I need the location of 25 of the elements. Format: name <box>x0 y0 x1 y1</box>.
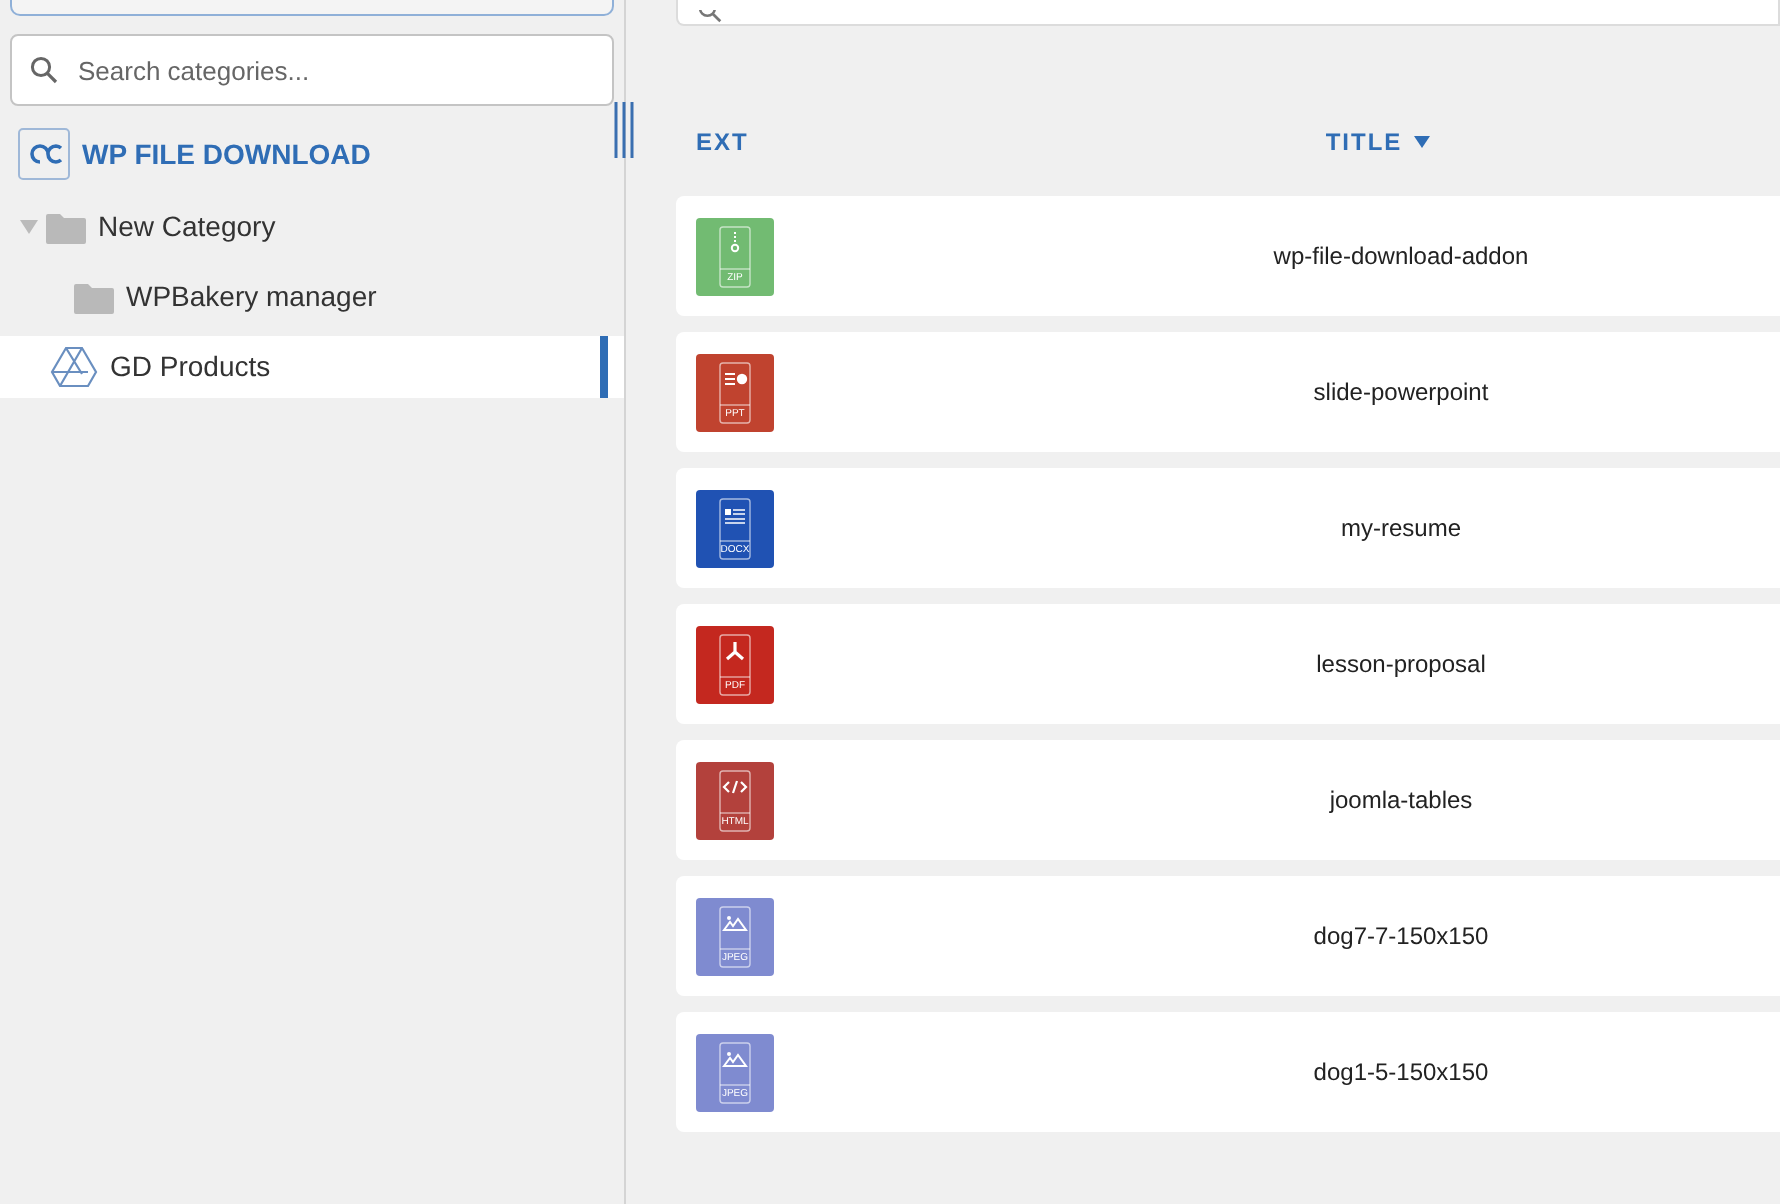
file-title: wp-file-download-addon <box>1273 240 1529 274</box>
file-title: dog7-7-150x150 <box>1313 920 1489 954</box>
tree-item[interactable]: New Category <box>0 196 624 258</box>
sort-caret-icon[interactable] <box>1414 136 1431 148</box>
search-icon <box>30 56 58 84</box>
drive-icon <box>50 346 98 388</box>
search-field[interactable] <box>676 0 1780 26</box>
expand-caret-icon[interactable] <box>20 220 38 234</box>
search-icon <box>698 10 722 24</box>
tree-item[interactable]: GD Products <box>0 336 624 398</box>
file-title: lesson-proposal <box>1316 648 1486 682</box>
tree-item[interactable]: WPBakery manager <box>0 266 624 328</box>
input-field[interactable] <box>10 0 614 16</box>
brand-title: WP FILE DOWNLOAD <box>82 135 371 173</box>
search-field[interactable]: Search categories... <box>10 34 614 106</box>
file-title: joomla-tables <box>1329 784 1473 818</box>
column-header[interactable]: EXT <box>696 124 749 160</box>
folder-icon <box>46 211 86 243</box>
file-title: slide-powerpoint <box>1313 376 1489 410</box>
resize-handle[interactable] <box>614 102 634 158</box>
column-header[interactable]: TITLE <box>1325 124 1403 160</box>
file-title: dog1-5-150x150 <box>1313 1056 1489 1090</box>
folder-icon <box>74 281 114 313</box>
logo-icon <box>18 128 70 180</box>
file-title: my-resume <box>1340 512 1461 546</box>
